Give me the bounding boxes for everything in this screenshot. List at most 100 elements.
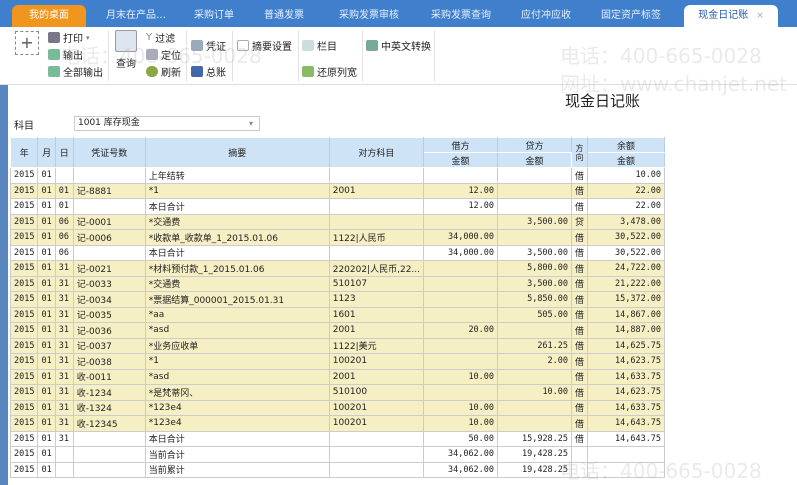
filter-button[interactable]: Y 过滤 (146, 30, 175, 45)
columns-icon (302, 40, 314, 51)
cell-counter-account (328, 446, 425, 463)
cell-month: 01 (37, 322, 56, 339)
tab-invoice-review[interactable]: 采购发票审核 (332, 5, 406, 27)
tab-invoice-query[interactable]: 采购发票查询 (424, 5, 498, 27)
cell-year: 2015 (9, 430, 39, 447)
cell-direction: 贷 (571, 213, 589, 230)
query-button[interactable]: 查询 (115, 30, 137, 70)
cell-debit (423, 384, 499, 401)
translate-icon (366, 40, 378, 51)
locate-label: 定位 (161, 51, 181, 62)
output-all-button[interactable]: 全部输出 (48, 64, 103, 79)
cell-direction: 借 (571, 306, 589, 323)
tab-payable-offset[interactable]: 应付冲应收 (516, 5, 576, 27)
cell-year: 2015 (9, 306, 39, 323)
cn-en-button[interactable]: 中英文转换 (366, 38, 431, 53)
cell-year: 2015 (9, 182, 39, 199)
table-row[interactable]: 2015 01 31 记-0034 *票据结算_000001_2015.01.31 112… (9, 291, 666, 308)
refresh-button[interactable]: 刷新 (146, 64, 181, 79)
tab-asset-label[interactable]: 固定资产标签 (594, 5, 668, 27)
table-row[interactable]: 2015 01 06 记-0001 *交通费 3,500.00 贷 3,478.00 (9, 213, 666, 230)
header-month: 月 (37, 137, 56, 168)
subject-select[interactable]: 1001 库存现金 ▾ (74, 116, 260, 131)
tab-home[interactable]: 我的桌面 (12, 5, 86, 27)
cell-direction: 借 (571, 368, 589, 385)
table-row[interactable]: 2015 01 31 收-1234 *是梵蒂冈、 510100 10.00 借 14,623.7… (9, 384, 666, 401)
table-row[interactable]: 2015 01 06 本日合计 34,000.00 3,500.00 借 30,522.00 (9, 244, 666, 261)
table-row[interactable]: 2015 01 06 记-0006 *收款单_收款单_1_2015.01.06 1122|… (9, 229, 666, 246)
print-button[interactable]: 打印 ▾ (48, 30, 90, 45)
table-row[interactable]: 2015 01 31 记-0038 *1 100201 2.00 借 14,623.75 (9, 353, 666, 370)
restore-width-button[interactable]: 还原列宽 (302, 64, 357, 79)
table-row[interactable]: 2015 01 当前合计 34,062.00 19,428.25 (9, 446, 666, 463)
table-row[interactable]: 2015 01 01 本日合计 12.00 借 22.00 (9, 198, 666, 215)
page-title: 现金日记账 (565, 92, 641, 110)
locate-button[interactable]: 定位 (146, 47, 181, 62)
cell-voucher-no: 记-0035 (72, 306, 146, 323)
table-row[interactable]: 2015 01 31 收-0011 *asd 2001 10.00 借 14,633.75 (9, 368, 666, 385)
header-day: 日 (54, 137, 74, 168)
voucher-button[interactable]: 凭证 (191, 38, 226, 53)
table-row[interactable]: 2015 01 31 记-0033 *交通费 510107 3,500.00 借 21,222.… (9, 275, 666, 292)
cell-day: 06 (54, 244, 74, 261)
toolbar: + 打印 ▾ 输出 全部输出 查询 Y 过滤 定位 刷新 凭证 总账 摘要设置 栏目… (0, 27, 797, 85)
cell-debit (423, 337, 499, 354)
cell-counter-account: 1122|人民币 (328, 229, 425, 246)
cell-month: 01 (37, 244, 56, 261)
cell-day (54, 461, 74, 478)
cell-summary: *aa (144, 306, 330, 323)
cell-direction: 借 (571, 291, 589, 308)
cell-day: 06 (54, 213, 74, 230)
tab-cash-journal[interactable]: 现金日记账 × (684, 5, 778, 27)
cell-counter-account (328, 198, 425, 215)
cell-month: 01 (37, 399, 56, 416)
cell-balance: 24,722.00 (587, 260, 666, 277)
tab-month-end[interactable]: 月末在产品… (96, 5, 176, 27)
tab-invoice[interactable]: 普通发票 (254, 5, 314, 27)
cell-month: 01 (37, 182, 56, 199)
table-row[interactable]: 2015 01 01 记-8881 *1 2001 12.00 借 22.00 (9, 182, 666, 199)
cell-year: 2015 (9, 198, 39, 215)
cell-credit (497, 322, 573, 339)
cell-summary: 当前累计 (144, 461, 330, 478)
restore-width-label: 还原列宽 (317, 68, 357, 79)
cell-day: 31 (54, 337, 74, 354)
cell-balance (587, 446, 666, 463)
close-icon[interactable]: × (756, 11, 764, 21)
table-row[interactable]: 2015 01 31 收-1324 *123e4 100201 10.00 借 14,633.7… (9, 399, 666, 416)
cell-debit: 34,000.00 (423, 229, 499, 246)
header-credit-amount: 金额 (497, 152, 573, 168)
cell-debit: 12.00 (423, 182, 499, 199)
cell-counter-account (328, 430, 425, 447)
header-credit: 贷方 (497, 137, 573, 153)
header-debit-amount: 金额 (423, 152, 499, 168)
table-row[interactable]: 2015 01 31 记-0036 *asd 2001 20.00 借 14,887.00 (9, 322, 666, 339)
table-row[interactable]: 2015 01 31 记-0021 *材料预付款_1_2015.01.06 220202|… (9, 260, 666, 277)
output-button[interactable]: 输出 (48, 47, 83, 62)
cell-credit: 2.00 (497, 353, 573, 370)
ledger-button[interactable]: 总账 (191, 64, 226, 79)
cell-credit (497, 415, 573, 432)
summary-setting-button[interactable]: 摘要设置 (237, 38, 292, 53)
table-row[interactable]: 2015 01 31 记-0035 *aa 1601 505.00 借 14,867.00 (9, 306, 666, 323)
columns-button[interactable]: 栏目 (302, 38, 337, 53)
cell-credit: 5,850.00 (497, 291, 573, 308)
table-row[interactable]: 2015 01 31 本日合计 50.00 15,928.25 借 14,643.75 (9, 430, 666, 447)
cell-day: 01 (54, 198, 74, 215)
cell-year: 2015 (9, 229, 39, 246)
cell-credit: 3,500.00 (497, 244, 573, 261)
restore-icon (302, 66, 314, 77)
export-icon (48, 49, 60, 60)
tab-purchase-order[interactable]: 采购订单 (184, 5, 244, 27)
add-button[interactable]: + (15, 31, 39, 55)
table-row[interactable]: 2015 01 31 记-0037 *业务应收单 1122|美元 261.25 借 14,625… (9, 337, 666, 354)
table-row[interactable]: 2015 01 当前累计 34,062.00 19,428.25 (9, 461, 666, 478)
cell-credit: 5,800.00 (497, 260, 573, 277)
cell-voucher-no: 收-12345 (72, 415, 146, 432)
cell-voucher-no (72, 446, 146, 463)
table-row[interactable]: 2015 01 上年结转 借 10.00 (9, 167, 666, 184)
table-row[interactable]: 2015 01 31 收-12345 *123e4 100201 10.00 借 14,643.… (9, 415, 666, 432)
tab-bar: 我的桌面 月末在产品… 采购订单 普通发票 采购发票审核 采购发票查询 应付冲应… (0, 0, 797, 27)
ledger-label: 总账 (206, 68, 226, 79)
cell-month: 01 (37, 291, 56, 308)
